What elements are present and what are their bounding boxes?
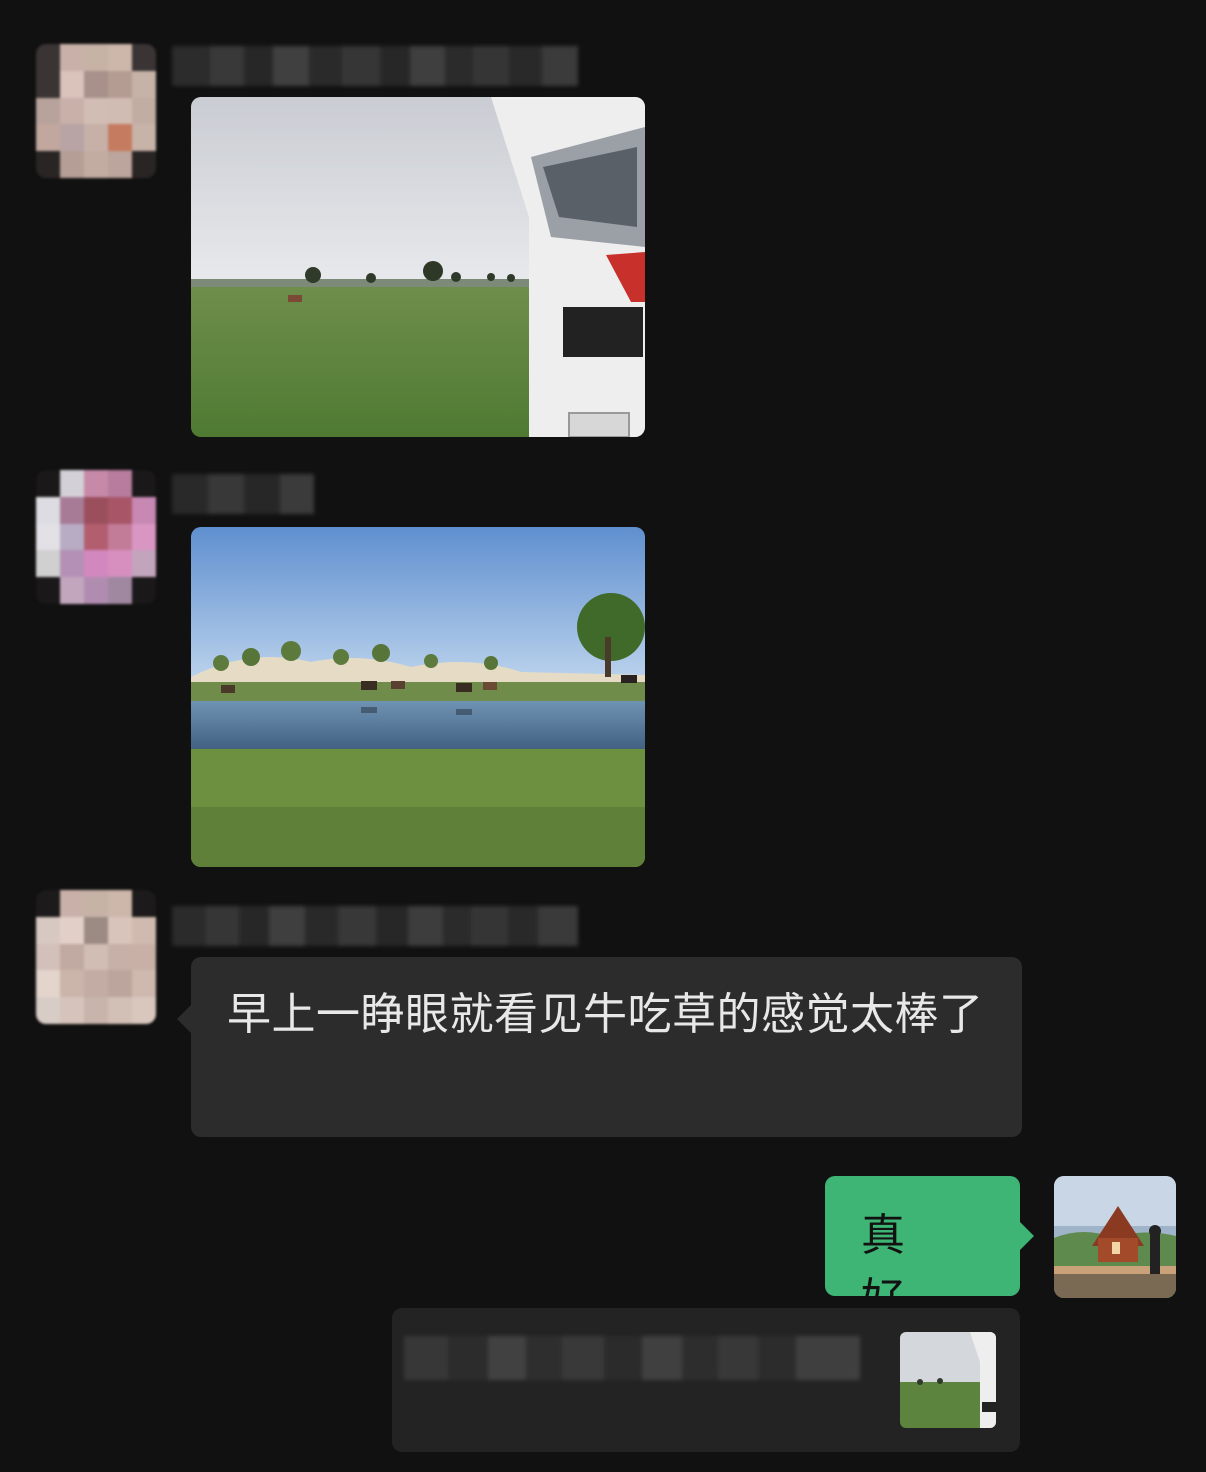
sender-avatar[interactable]	[36, 470, 156, 604]
image-message-lake-horses[interactable]	[191, 527, 645, 867]
sender-name	[172, 474, 314, 514]
quoted-image-thumbnail[interactable]	[900, 1332, 996, 1428]
own-avatar[interactable]	[1054, 1176, 1176, 1298]
sender-avatar[interactable]	[36, 44, 156, 178]
image-message-grassland-rv[interactable]	[191, 97, 645, 437]
message-text: 早上一睁眼就看见牛吃草的感觉太棒了	[227, 989, 984, 1040]
text-message-bubble[interactable]: 早上一睁眼就看见牛吃草的感觉太棒了	[177, 957, 1022, 1137]
quoted-message[interactable]	[392, 1308, 1020, 1452]
sender-avatar[interactable]	[36, 890, 156, 1024]
own-message-bubble[interactable]: 真好。	[825, 1176, 1034, 1325]
quoted-text	[404, 1336, 860, 1380]
sender-name	[172, 46, 579, 86]
sender-name	[172, 906, 579, 946]
